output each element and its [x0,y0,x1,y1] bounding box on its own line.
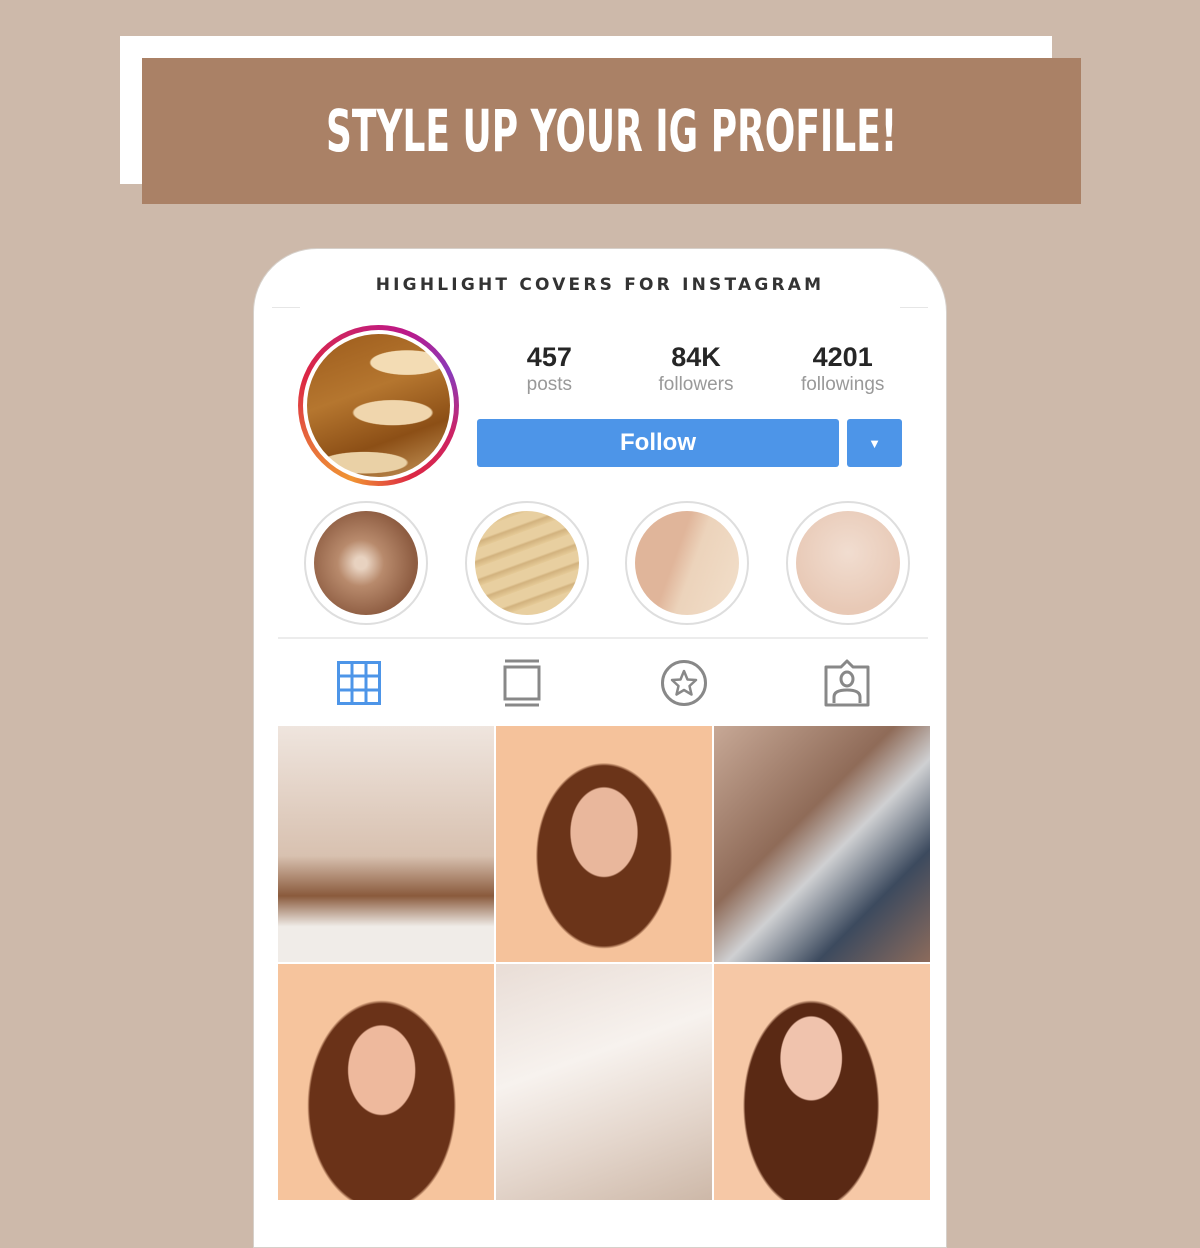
tab-feed[interactable] [497,658,547,708]
avatar-image [307,334,450,477]
tab-grid[interactable] [334,658,384,708]
stat-followers[interactable]: 84K followers [623,341,770,397]
phone-header: HIGHLIGHT COVERS FOR INSTAGRAM [375,275,825,295]
highlight-cover-image [474,511,579,615]
highlight-cover-image [795,511,900,615]
header-rule-right [900,307,928,308]
banner-title: STYLE UP YOUR IG PROFILE! [325,97,898,165]
highlight-cover-image [314,511,418,615]
tab-saved[interactable] [659,658,709,708]
profile-tabs [278,649,928,717]
post-cozy-bedroom-tray[interactable] [278,726,494,962]
stat-followers-label: followers [658,374,734,395]
tagged-user-icon [824,659,870,707]
highlight-blush-marble[interactable] [625,501,750,625]
stat-followings-label: followings [800,374,885,395]
story-highlights [304,501,910,625]
post-woman-lipstick[interactable] [714,964,930,1200]
posts-grid [278,726,930,1200]
stat-followers-value: 84K [671,342,721,372]
caret-down-icon: ▼ [868,435,881,451]
section-divider [278,637,928,639]
post-woman-surprised-1[interactable] [496,726,712,962]
star-icon [661,660,708,706]
highlight-cover-image [635,511,740,615]
feed-icon [503,659,541,707]
header-rule-left [272,307,300,308]
highlight-fern[interactable] [304,501,428,625]
tab-tagged[interactable] [822,658,872,708]
highlight-sand[interactable] [464,501,589,625]
post-woman-surprised-2[interactable] [278,964,494,1200]
stat-followings[interactable]: 4201 followings [769,341,916,397]
follow-dropdown-button[interactable]: ▼ [847,419,902,467]
stat-posts-label: posts [526,374,573,395]
stat-posts-value: 457 [526,342,572,372]
profile-stats: 457 posts 84K followers 4201 followings [476,341,916,397]
post-book-and-cookies[interactable] [496,964,712,1200]
follow-button[interactable]: Follow [477,419,839,467]
banner: STYLE UP YOUR IG PROFILE! [142,58,1081,204]
phone-mockup: HIGHLIGHT COVERS FOR INSTAGRAM 457 posts… [253,248,947,1248]
highlight-pink-texture[interactable] [785,501,910,625]
post-laptop-typing[interactable] [714,726,930,962]
grid-icon [337,661,382,705]
avatar[interactable] [298,325,459,486]
stat-posts[interactable]: 457 posts [476,341,623,397]
stat-followings-value: 4201 [812,342,873,372]
